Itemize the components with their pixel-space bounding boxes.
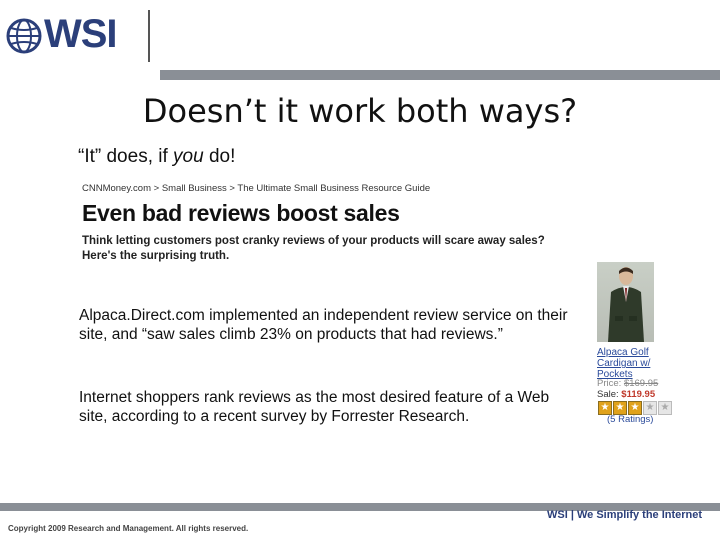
rating-stars: ★ ★ ★ ★ ★ <box>598 401 672 415</box>
sale-value: $119.95 <box>621 389 656 400</box>
price-value: $169.95 <box>623 378 659 389</box>
logo-wordmark: WSI <box>44 12 118 56</box>
star-icon: ★ <box>598 401 612 415</box>
sale-label: Sale: <box>597 389 622 400</box>
body-paragraph-alpaca: Alpaca.Direct.com implemented an indepen… <box>79 307 568 343</box>
crumb-separator: > <box>226 183 238 194</box>
star-icon: ★ <box>658 401 672 415</box>
globe-icon <box>6 18 42 54</box>
article-headline: Even bad reviews boost sales <box>82 200 400 226</box>
price-label: Price: <box>597 378 624 389</box>
product-photo <box>597 262 654 342</box>
crumb-separator: > <box>150 183 162 194</box>
footer-copyright: Copyright 2009 Research and Management. … <box>8 524 249 533</box>
product-price: Price: $169.95 <box>597 378 658 389</box>
subtitle-post: do! <box>203 146 236 167</box>
article-breadcrumb: CNNMoney.com > Small Business > The Ulti… <box>82 183 430 194</box>
wsi-logo: WSI <box>6 8 156 66</box>
crumb-resource-guide: The Ultimate Small Business Resource Gui… <box>237 183 431 194</box>
subtitle-emphasis: you <box>173 146 204 167</box>
star-icon: ★ <box>643 401 657 415</box>
logo-divider <box>148 10 150 62</box>
slide-subtitle: “It” does, if you do! <box>78 146 235 168</box>
star-icon: ★ <box>613 401 627 415</box>
subtitle-pre: “It” does, if <box>78 146 174 167</box>
crumb-cnnmoney: CNNMoney.com <box>82 183 151 194</box>
slide-title: Doesn’t it work both ways? <box>142 92 578 130</box>
product-sale-price: Sale: $119.95 <box>597 389 655 400</box>
model-figure-icon <box>608 267 644 342</box>
star-icon: ★ <box>628 401 642 415</box>
body-paragraph-forrester: Internet shoppers rank reviews as the mo… <box>79 389 550 425</box>
crumb-small-business: Small Business <box>161 183 227 194</box>
article-deck: Think letting customers post cranky revi… <box>82 235 545 262</box>
footer-tagline: WSI | We Simplify the Internet <box>547 509 703 521</box>
header-bar <box>160 70 720 80</box>
rating-count-link[interactable]: (5 Ratings) <box>607 414 653 425</box>
product-title-link[interactable]: Alpaca Golf Cardigan w/ Pockets <box>597 347 677 380</box>
